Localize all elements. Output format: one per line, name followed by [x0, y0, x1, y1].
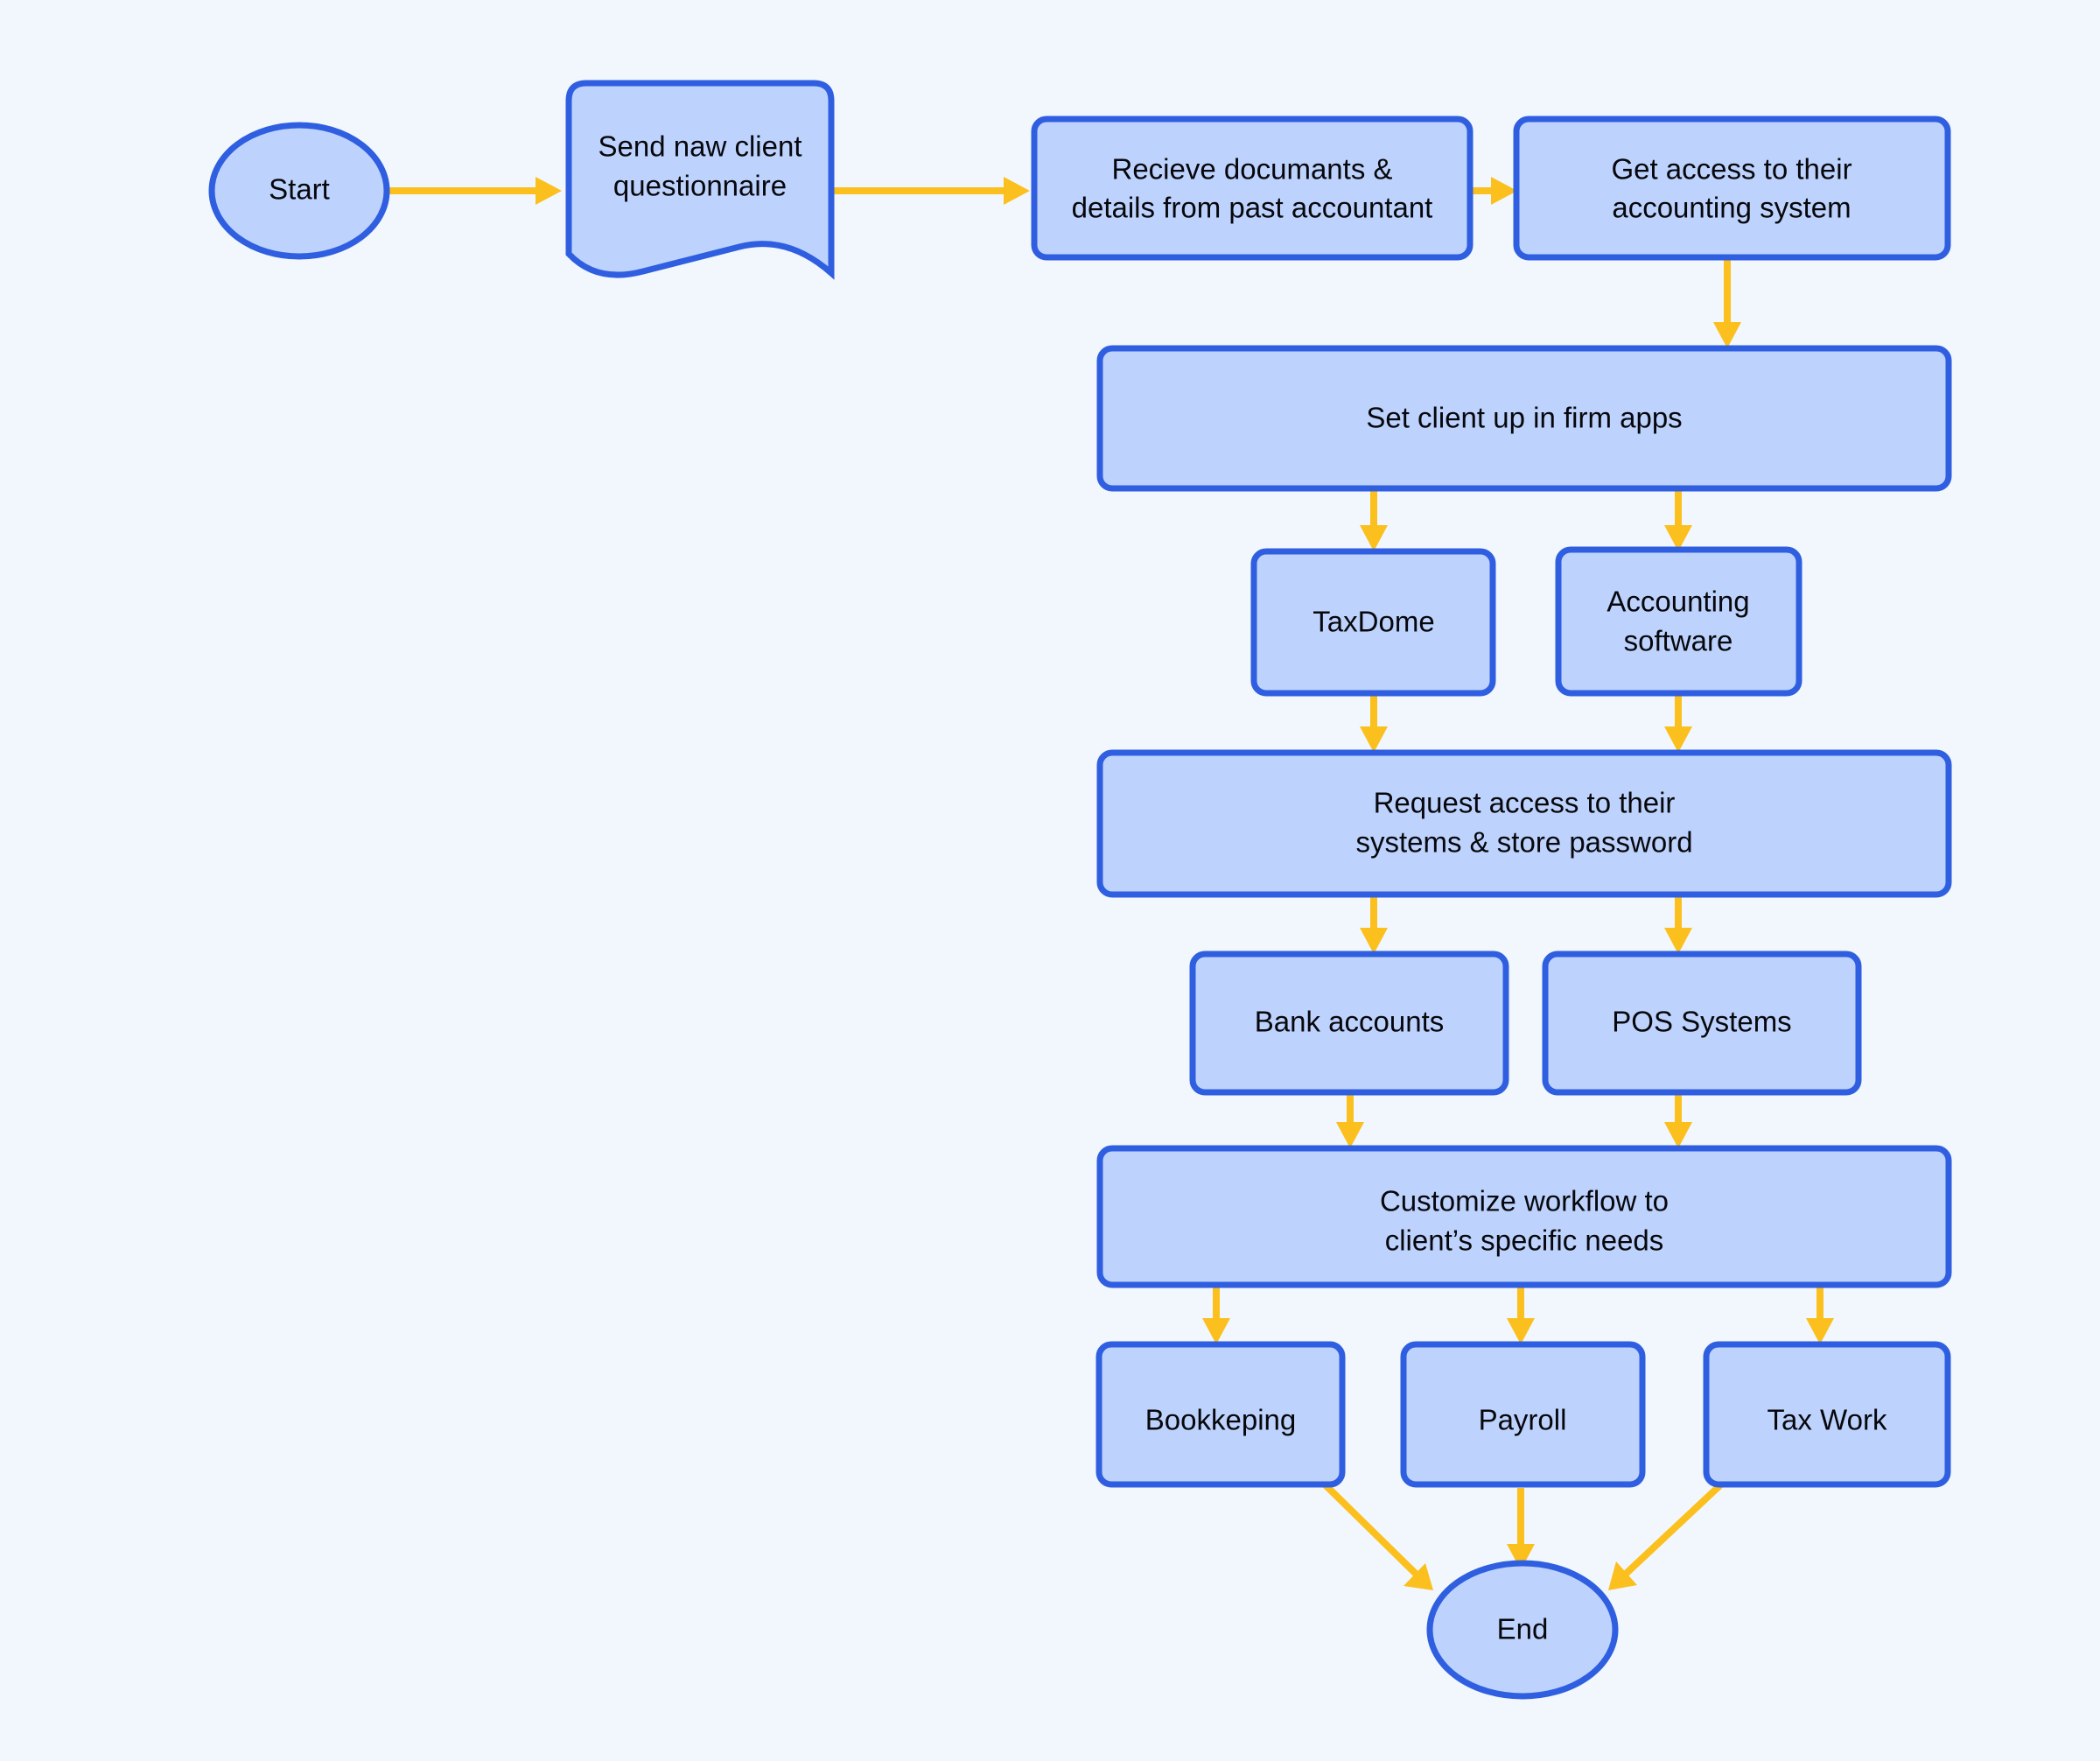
node-get-access-line1: Get access to their [1611, 153, 1852, 186]
node-tax-work-label: Tax Work [1768, 1404, 1887, 1436]
node-customize-workflow[interactable]: Customize workflow to client’s specific … [1096, 1145, 1952, 1288]
node-set-client-up[interactable]: Set client up in firm apps [1096, 345, 1952, 492]
node-accounting-software-line1: Accounting [1606, 586, 1749, 618]
node-taxdome-label: TaxDome [1312, 606, 1434, 638]
edge-start-to-send-questionnaire [388, 177, 562, 205]
edge-customize-workflow-to-payroll [1507, 1285, 1535, 1344]
node-recieve-documents-line1: Recieve documants & [1112, 153, 1393, 186]
node-get-access-line2: accounting system [1612, 192, 1851, 224]
edge-request-access-to-bank-accounts [1360, 895, 1388, 954]
node-request-access[interactable]: Request access to their systems & store … [1096, 749, 1952, 898]
edge-payroll-to-end [1507, 1488, 1535, 1570]
node-end-label: End [1497, 1613, 1549, 1645]
node-accounting-software[interactable]: Accounting software [1555, 546, 1802, 697]
edge-send-questionnaire-to-recieve-documents [832, 177, 1030, 205]
node-bookkeeping[interactable]: Bookkeping [1096, 1341, 1346, 1488]
node-start-label: Start [269, 173, 330, 206]
node-send-questionnaire-line1: Send naw client [598, 130, 802, 163]
node-set-client-up-label: Set client up in firm apps [1366, 402, 1682, 434]
nodes-layer: Start Send naw client questionnaire Reci… [208, 80, 1952, 1700]
node-end[interactable]: End [1426, 1560, 1619, 1700]
node-payroll[interactable]: Payroll [1400, 1341, 1646, 1488]
node-request-access-line1: Request access to their [1374, 787, 1676, 819]
node-send-questionnaire-line2: questionnaire [613, 170, 787, 202]
node-send-questionnaire[interactable]: Send naw client questionnaire [565, 80, 835, 280]
edge-bookkeeping-to-end [1321, 1481, 1433, 1590]
node-get-access[interactable]: Get access to their accounting system [1513, 116, 1951, 261]
edge-set-client-up-to-accounting-software [1664, 488, 1692, 551]
edge-request-access-to-pos-systems [1664, 895, 1692, 954]
edge-taxdome-to-request-access [1360, 693, 1388, 753]
flowchart-svg: Start Send naw client questionnaire Reci… [208, 80, 1952, 1700]
node-pos-systems-label: POS Systems [1612, 1006, 1791, 1038]
node-bank-accounts-label: Bank accounts [1255, 1006, 1444, 1038]
edge-get-access-to-set-client-up [1713, 256, 1741, 348]
edge-accounting-software-to-request-access [1664, 693, 1692, 753]
node-recieve-documents[interactable]: Recieve documants & details from past ac… [1031, 116, 1474, 261]
edge-recieve-documents-to-get-access [1470, 177, 1517, 205]
node-customize-workflow-line1: Customize workflow to [1380, 1185, 1669, 1217]
node-accounting-software-line2: software [1624, 625, 1733, 657]
node-recieve-documents-line2: details from past accountant [1072, 192, 1433, 224]
node-taxdome[interactable]: TaxDome [1250, 548, 1496, 697]
edge-set-client-up-to-taxdome [1360, 488, 1388, 551]
flowchart-canvas: Start Send naw client questionnaire Reci… [0, 0, 2100, 1761]
node-bank-accounts[interactable]: Bank accounts [1189, 951, 1509, 1096]
node-customize-workflow-line2: client’s specific needs [1385, 1224, 1664, 1257]
edge-customize-workflow-to-tax-work [1806, 1285, 1834, 1344]
node-pos-systems[interactable]: POS Systems [1542, 951, 1862, 1096]
node-payroll-label: Payroll [1479, 1404, 1567, 1436]
edge-pos-systems-to-customize-workflow [1664, 1092, 1692, 1148]
edge-bank-accounts-to-customize-workflow [1336, 1092, 1364, 1148]
node-request-access-line2: systems & store password [1355, 826, 1692, 859]
node-start[interactable]: Start [208, 122, 390, 260]
node-bookkeeping-label: Bookkeping [1145, 1404, 1296, 1436]
edge-tax-work-to-end [1608, 1481, 1725, 1590]
node-tax-work[interactable]: Tax Work [1703, 1341, 1951, 1488]
edge-customize-workflow-to-bookkeeping [1202, 1285, 1230, 1344]
